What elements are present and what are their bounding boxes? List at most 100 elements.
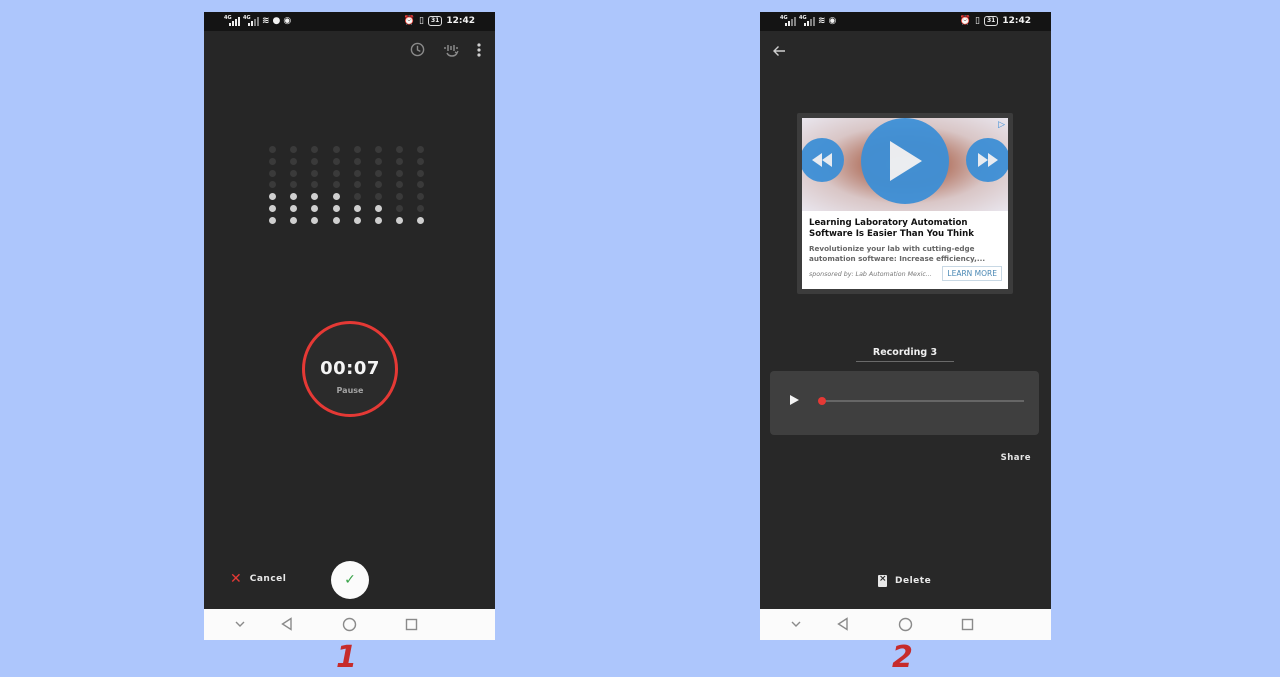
headset-icon: ◉ bbox=[828, 16, 837, 26]
learn-more-button[interactable]: LEARN MORE bbox=[942, 266, 1002, 281]
level-dot bbox=[290, 216, 298, 224]
level-dot bbox=[269, 169, 276, 177]
level-dot bbox=[396, 216, 404, 224]
delete-label: Delete bbox=[895, 576, 932, 586]
wifi-icon: ≋ bbox=[818, 16, 826, 26]
elapsed-time: 00:07 bbox=[320, 358, 380, 379]
level-dot bbox=[417, 216, 425, 224]
level-dot bbox=[311, 193, 319, 201]
phone-screen-playback: 4G 4G ≋ ◉ ⏰ ▯ 31 12:42 ▷ Learning Labora… bbox=[760, 12, 1051, 640]
save-recording-button[interactable]: ✓ bbox=[331, 561, 369, 599]
level-dot bbox=[353, 146, 361, 153]
alarm-icon: ⏰ bbox=[403, 16, 416, 26]
recording-title[interactable]: Recording 3 bbox=[856, 347, 954, 362]
level-dot bbox=[332, 216, 340, 224]
level-dot bbox=[311, 146, 319, 153]
ad-description: Revolutionize your lab with cutting-edge… bbox=[809, 244, 986, 263]
ad-banner[interactable]: ▷ Learning Laboratory Automation Softwar… bbox=[802, 118, 1008, 289]
level-dot bbox=[375, 181, 382, 189]
hide-keyboard-button[interactable] bbox=[787, 615, 805, 633]
level-dot bbox=[396, 193, 404, 201]
trash-icon bbox=[878, 574, 887, 587]
audio-level-meter bbox=[268, 136, 438, 226]
level-dot bbox=[396, 169, 404, 177]
level-dot bbox=[396, 205, 404, 212]
ad-sponsor: sponsored by: Lab Automation Mexic... bbox=[809, 271, 932, 278]
level-dot bbox=[269, 157, 276, 165]
fast-forward-icon bbox=[966, 138, 1008, 182]
home-button[interactable] bbox=[896, 615, 914, 633]
signal-icon: 4G bbox=[799, 15, 815, 26]
phone-screen-recording: 4G 4G ≋ ● ◉ ⏰ ▯ 31 12:42 00:07 Pause ✕ C… bbox=[204, 12, 495, 640]
screen-label-2: 2 bbox=[892, 640, 913, 675]
level-dot bbox=[290, 169, 298, 177]
level-dot bbox=[396, 157, 404, 165]
level-dot bbox=[417, 157, 425, 165]
seek-bar[interactable] bbox=[818, 397, 1024, 405]
level-dot bbox=[269, 205, 276, 212]
play-button[interactable] bbox=[790, 395, 799, 408]
level-dot bbox=[375, 169, 382, 177]
ad-image: ▷ bbox=[802, 118, 1008, 211]
level-dot bbox=[417, 193, 425, 201]
vibrate-icon: ▯ bbox=[975, 16, 980, 26]
level-dot bbox=[311, 205, 319, 212]
signal-icon: 4G bbox=[243, 15, 259, 26]
voice-change-icon[interactable] bbox=[444, 42, 460, 61]
close-icon: ✕ bbox=[230, 571, 242, 587]
level-dot bbox=[332, 169, 340, 177]
rewind-icon bbox=[802, 138, 844, 182]
level-dot bbox=[417, 146, 425, 153]
share-button[interactable]: Share bbox=[1001, 453, 1031, 463]
play-icon bbox=[861, 118, 949, 204]
screen-label-1: 1 bbox=[336, 640, 357, 675]
level-dot bbox=[269, 146, 276, 153]
seek-thumb[interactable] bbox=[818, 397, 826, 405]
delete-button[interactable]: Delete bbox=[878, 574, 932, 587]
headset-icon: ◉ bbox=[283, 16, 292, 26]
wifi-icon: ≋ bbox=[262, 16, 270, 26]
level-dot bbox=[290, 146, 298, 153]
back-button[interactable] bbox=[834, 615, 852, 633]
vibrate-icon: ▯ bbox=[419, 16, 424, 26]
audio-player bbox=[770, 371, 1039, 435]
cancel-button[interactable]: ✕ Cancel bbox=[230, 572, 286, 586]
level-dot bbox=[290, 181, 298, 189]
level-dot bbox=[311, 216, 319, 224]
status-bar: 4G 4G ≋ ◉ ⏰ ▯ 31 12:42 bbox=[760, 12, 1051, 31]
back-button[interactable] bbox=[278, 615, 296, 633]
level-dot bbox=[396, 181, 404, 189]
recents-button[interactable] bbox=[402, 615, 420, 633]
level-dot bbox=[269, 181, 276, 189]
level-dot bbox=[375, 157, 382, 165]
level-dot bbox=[311, 169, 319, 177]
level-dot bbox=[290, 157, 298, 165]
level-dot bbox=[375, 216, 382, 224]
pause-button[interactable]: 00:07 Pause bbox=[302, 321, 398, 417]
level-dot bbox=[375, 146, 382, 153]
level-dot bbox=[375, 193, 382, 201]
level-dot bbox=[332, 181, 340, 189]
level-dot bbox=[290, 205, 298, 212]
level-dot bbox=[417, 205, 425, 212]
data-saver-icon: ● bbox=[272, 16, 281, 26]
clock: 12:42 bbox=[446, 16, 475, 26]
level-dot bbox=[311, 157, 319, 165]
hide-keyboard-button[interactable] bbox=[231, 615, 249, 633]
home-button[interactable] bbox=[340, 615, 358, 633]
clock: 12:42 bbox=[1002, 16, 1031, 26]
level-dot bbox=[417, 181, 425, 189]
battery-icon: 31 bbox=[427, 16, 443, 26]
pause-label: Pause bbox=[336, 386, 364, 395]
level-dot bbox=[375, 205, 382, 212]
level-dot bbox=[269, 216, 276, 224]
recents-button[interactable] bbox=[958, 615, 976, 633]
back-arrow-icon[interactable] bbox=[772, 42, 786, 61]
ad-choices-icon[interactable]: ▷ bbox=[998, 120, 1005, 130]
signal-icon: 4G bbox=[780, 15, 796, 26]
check-icon: ✓ bbox=[344, 572, 356, 588]
more-menu-icon[interactable] bbox=[476, 42, 482, 61]
level-dot bbox=[269, 193, 276, 201]
cancel-label: Cancel bbox=[249, 574, 287, 584]
history-icon[interactable] bbox=[410, 42, 425, 60]
